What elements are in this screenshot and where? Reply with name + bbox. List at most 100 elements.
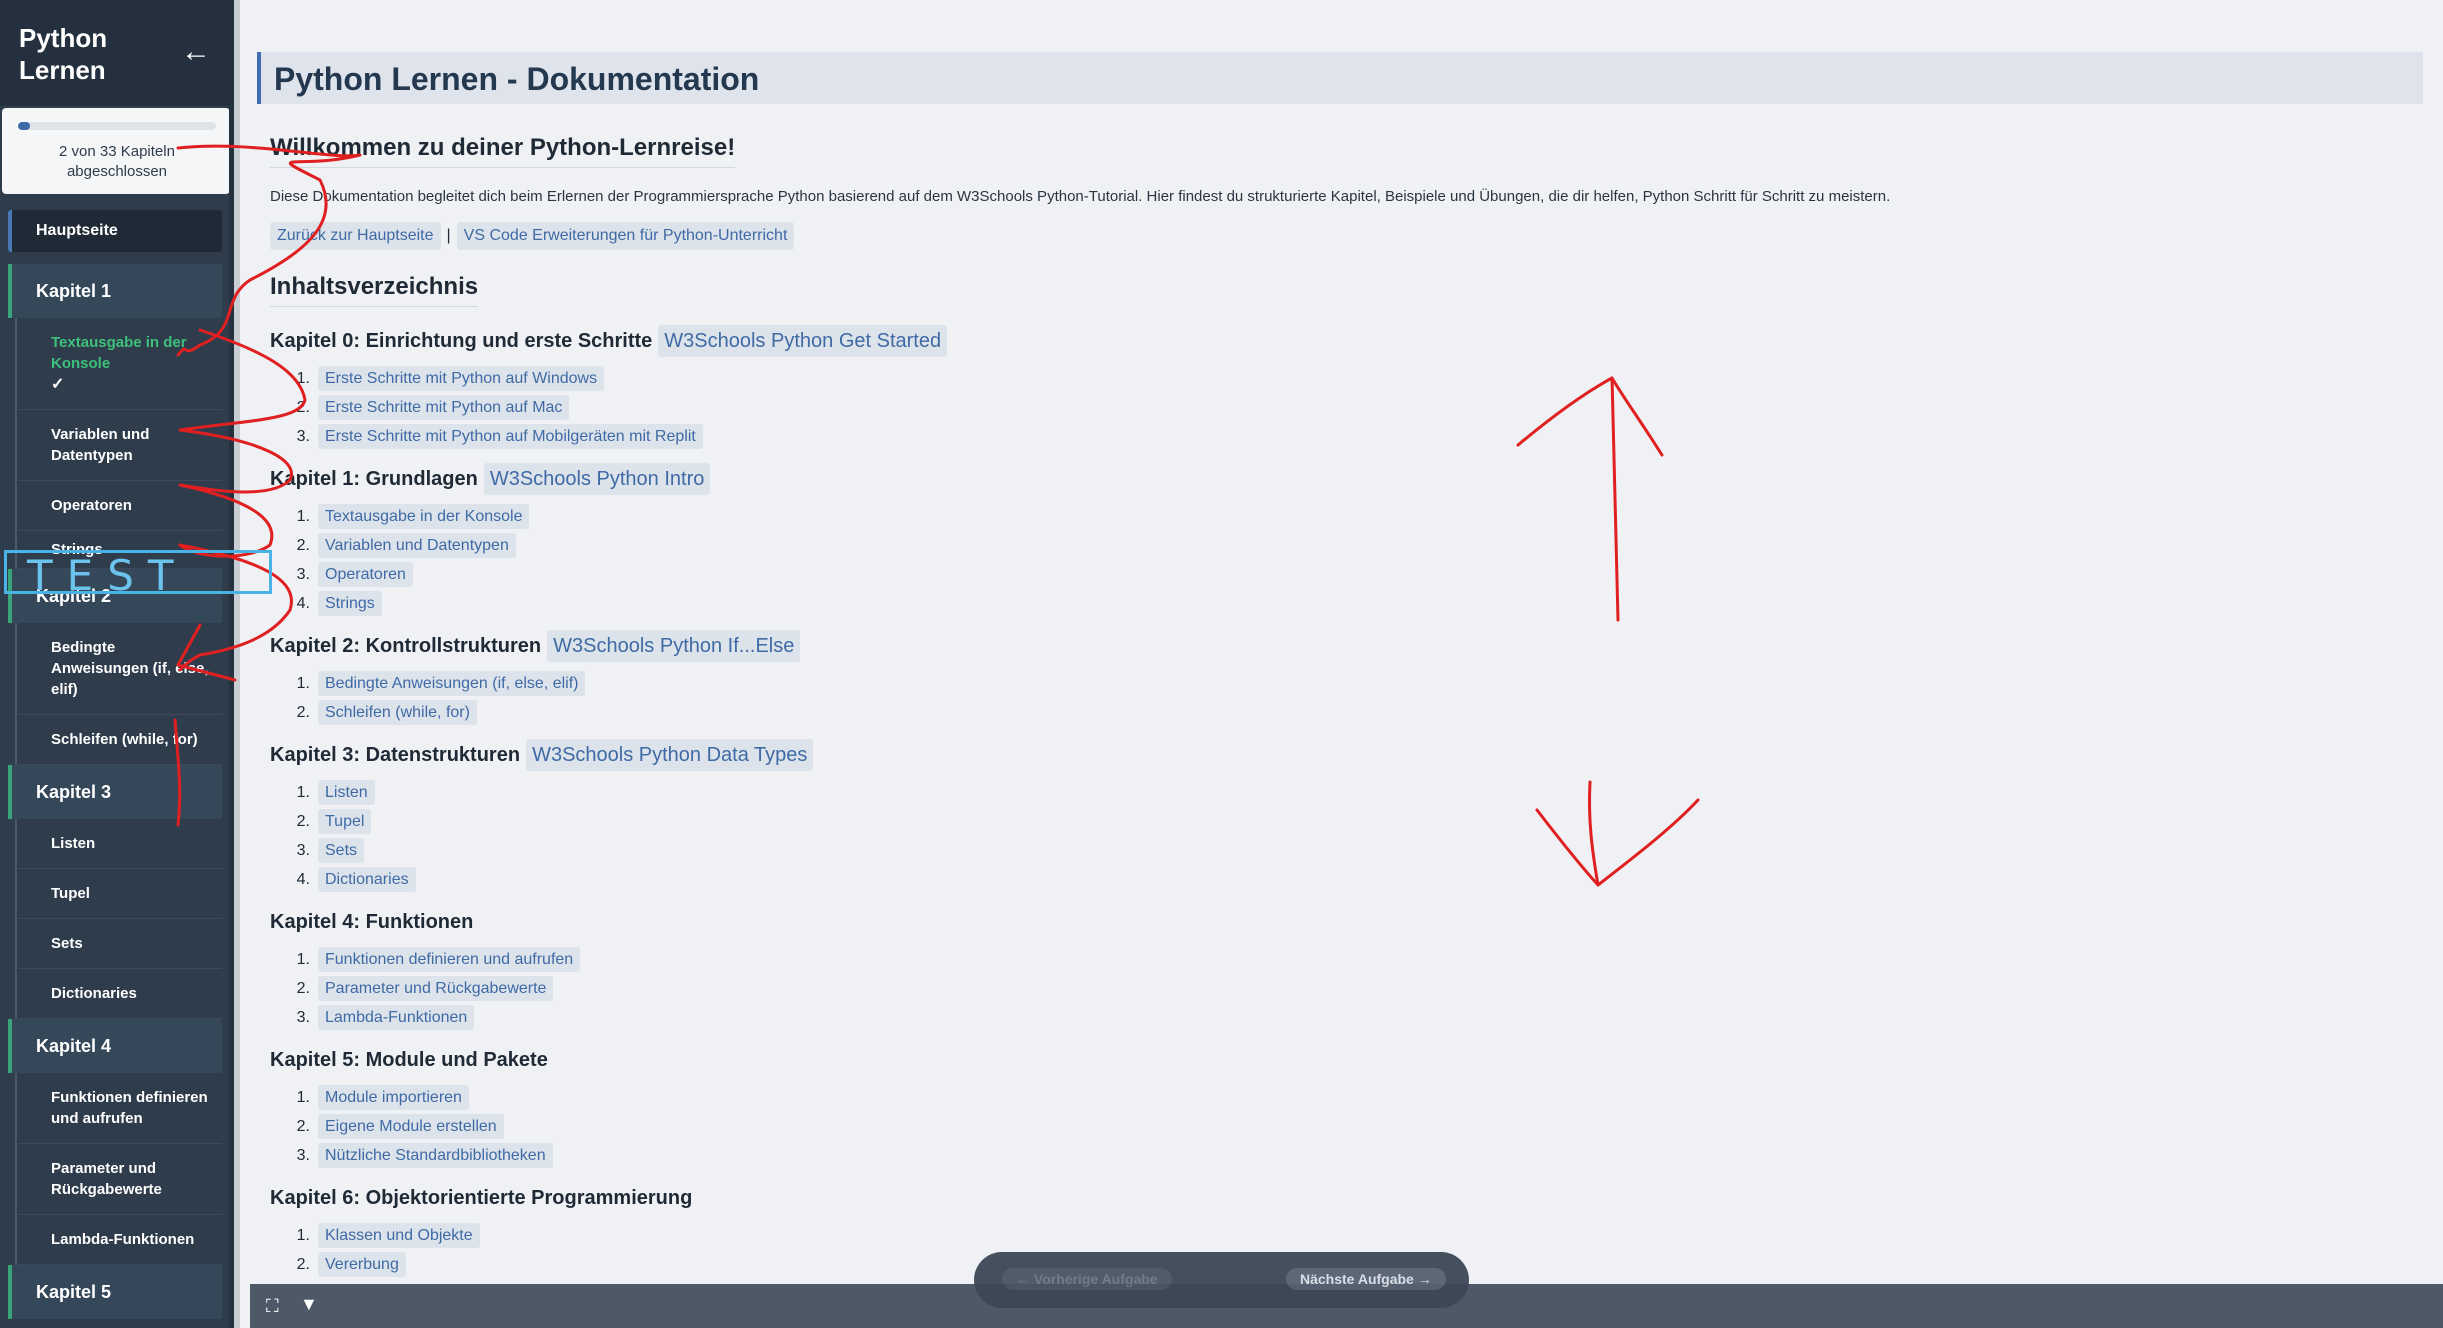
list-item: 1. Listen [270,778,813,807]
list-item: 3. Erste Schritte mit Python auf Mobilger… [270,422,947,451]
sidebar-item-listen[interactable]: Listen [15,819,222,869]
list-item: 1. Klassen und Objekte [270,1221,692,1250]
task-navigation: ← Vorherige Aufgabe Nächste Aufgabe → [974,1252,1469,1308]
w3schools-link[interactable]: W3Schools Python Get Started [658,325,948,357]
page-title-bar: Python Lernen - Dokumentation [257,52,2423,104]
check-icon: ✓ [51,376,65,393]
sidebar-nav: Hauptseite Kapitel 1 Textausgabe in der … [0,210,234,1319]
page-title: Python Lernen - Dokumentation [274,61,760,97]
list-item: 1. Erste Schritte mit Python auf Windows [270,364,947,393]
toc-link[interactable]: Erste Schritte mit Python auf Mac [318,395,570,420]
sidebar-item-home[interactable]: Hauptseite [8,210,222,252]
chapter-item-list: 1. Klassen und Objekte 2. Vererbung [270,1221,692,1279]
chapter-title: Kapitel 1: Grundlagen [270,468,478,490]
sidebar-item-bedingte-anweisungen[interactable]: Bedingte Anweisungen (if, else, elif) [15,623,222,715]
chevron-down-icon[interactable]: ▼ [300,1294,318,1315]
progress-text: 2 von 33 Kapiteln abgeschlossen [59,143,175,180]
next-task-button[interactable]: Nächste Aufgabe → [1286,1268,1446,1290]
fullscreen-icon[interactable]: ⛶ [266,1296,279,1317]
toc-link[interactable]: Lambda-Funktionen [318,1005,475,1030]
progress-bar [18,122,216,130]
toc-link[interactable]: Bedingte Anweisungen (if, else, elif) [318,671,586,696]
sidebar-item-funktionen[interactable]: Funktionen definieren und aufrufen [15,1073,222,1144]
toc-chapter-5: Kapitel 5: Module und Pakete 1. Module im… [270,1044,553,1170]
toc-link[interactable]: Textausgabe in der Konsole [318,504,530,529]
toc-link[interactable]: Schleifen (while, for) [318,700,477,725]
sidebar-item-sets[interactable]: Sets [15,919,222,969]
sidebar-chapter-1[interactable]: Kapitel 1 [8,264,222,318]
toc-link[interactable]: Eigene Module erstellen [318,1114,504,1139]
sidebar-item-operatoren[interactable]: Operatoren [15,481,222,531]
previous-task-button[interactable]: ← Vorherige Aufgabe [1002,1268,1172,1290]
chapter-item-list: 1. Listen 2. Tupel 3. Sets 4. Dictionaries [270,778,813,894]
list-item: 2. Tupel [270,807,813,836]
intro-paragraph: Diese Dokumentation begleitet dich beim … [270,188,1891,205]
toc-chapter-4: Kapitel 4: Funktionen 1. Funktionen defin… [270,906,581,1032]
progress-card: 2 von 33 Kapiteln abgeschlossen [2,108,230,194]
annotation-box: TEST [4,550,272,600]
chapter-title: Kapitel 4: Funktionen [270,911,474,933]
sidebar-item-textausgabe[interactable]: Textausgabe in der Konsole ✓ [15,318,222,410]
sidebar-chapter-5[interactable]: Kapitel 5 [8,1265,222,1319]
chapter-title: Kapitel 5: Module und Pakete [270,1049,548,1071]
list-item: 1. Module importieren [270,1083,553,1112]
toc-link[interactable]: Nützliche Standardbibliotheken [318,1143,553,1168]
chapter-title: Kapitel 3: Datenstrukturen [270,744,521,766]
sidebar-item-schleifen[interactable]: Schleifen (while, for) [15,715,222,765]
list-item: 2. Eigene Module erstellen [270,1112,553,1141]
list-item: 3. Nützliche Standardbibliotheken [270,1141,553,1170]
chapter-item-list: 1. Textausgabe in der Konsole 2. Variablen… [270,502,710,618]
list-item: 2. Vererbung [270,1250,692,1279]
toc-link[interactable]: Erste Schritte mit Python auf Mobilgerät… [318,424,703,449]
collapse-sidebar-button[interactable]: ← [178,34,214,70]
vscode-extensions-link[interactable]: VS Code Erweiterungen für Python-Unterri… [456,222,795,250]
toc-link[interactable]: Sets [318,838,365,863]
chapter-item-list: 1. Module importieren 2. Eigene Module ers… [270,1083,553,1170]
toc-link[interactable]: Operatoren [318,562,413,587]
sidebar-item-label: Textausgabe in der Konsole [51,334,187,372]
toc-link[interactable]: Klassen und Objekte [318,1223,480,1248]
list-item: 4. Strings [270,589,710,618]
sidebar-item-dictionaries[interactable]: Dictionaries [15,969,222,1019]
chapter-item-list: 1. Funktionen definieren und aufrufen 2. P… [270,945,581,1032]
toc-link[interactable]: Strings [318,591,382,616]
link-separator: | [446,227,451,244]
top-links: Zurück zur Hauptseite | VS Code Erweiterun… [270,222,795,250]
annotation-label: TEST [27,551,188,600]
toc-heading: Inhaltsverzeichnis [270,272,479,307]
list-item: 3. Sets [270,836,813,865]
toc-link[interactable]: Variablen und Datentypen [318,533,516,558]
toc-link[interactable]: Funktionen definieren und aufrufen [318,947,581,972]
toc-link[interactable]: Vererbung [318,1252,406,1277]
w3schools-link[interactable]: W3Schools Python If...Else [547,630,801,662]
list-item: 2. Schleifen (while, for) [270,698,800,727]
toc-chapter-6: Kapitel 6: Objektorientierte Programmier… [270,1182,692,1279]
w3schools-link[interactable]: W3Schools Python Data Types [526,739,814,771]
sidebar-chapter-3[interactable]: Kapitel 3 [8,765,222,819]
sidebar-item-tupel[interactable]: Tupel [15,869,222,919]
toc-link[interactable]: Erste Schritte mit Python auf Windows [318,366,605,391]
toc-link[interactable]: Dictionaries [318,867,416,892]
sidebar-item-lambda[interactable]: Lambda-Funktionen [15,1215,222,1265]
list-item: 4. Dictionaries [270,865,813,894]
chapter-item-list: 1. Bedingte Anweisungen (if, else, elif) … [270,669,800,727]
list-item: 2. Parameter und Rückgabewerte [270,974,580,1003]
toc-link[interactable]: Listen [318,780,375,805]
toc-link[interactable]: Parameter und Rückgabewerte [318,976,554,1001]
app-title: Python Lernen [19,23,108,85]
list-item: 1. Textausgabe in der Konsole [270,502,710,531]
list-item: 2. Erste Schritte mit Python auf Mac [270,393,947,422]
toc-chapter-0: Kapitel 0: Einrichtung und erste Schritt… [270,325,948,451]
toc-link[interactable]: Tupel [318,809,372,834]
list-item: 3. Lambda-Funktionen [270,1003,580,1032]
list-item: 3. Operatoren [270,560,710,589]
toc-link[interactable]: Module importieren [318,1085,469,1110]
sidebar-item-parameter[interactable]: Parameter und Rückgabewerte [15,1144,222,1215]
back-to-home-link[interactable]: Zurück zur Hauptseite [270,222,441,250]
sidebar-chapter-4[interactable]: Kapitel 4 [8,1019,222,1073]
chapter-title: Kapitel 6: Objektorientierte Programmier… [270,1187,693,1209]
main-content: Python Lernen - Dokumentation Willkommen… [240,0,2443,1328]
sidebar-item-variablen[interactable]: Variablen und Datentypen [15,410,222,481]
chapter-title: Kapitel 2: Kontrollstrukturen [270,635,542,657]
w3schools-link[interactable]: W3Schools Python Intro [483,463,711,495]
